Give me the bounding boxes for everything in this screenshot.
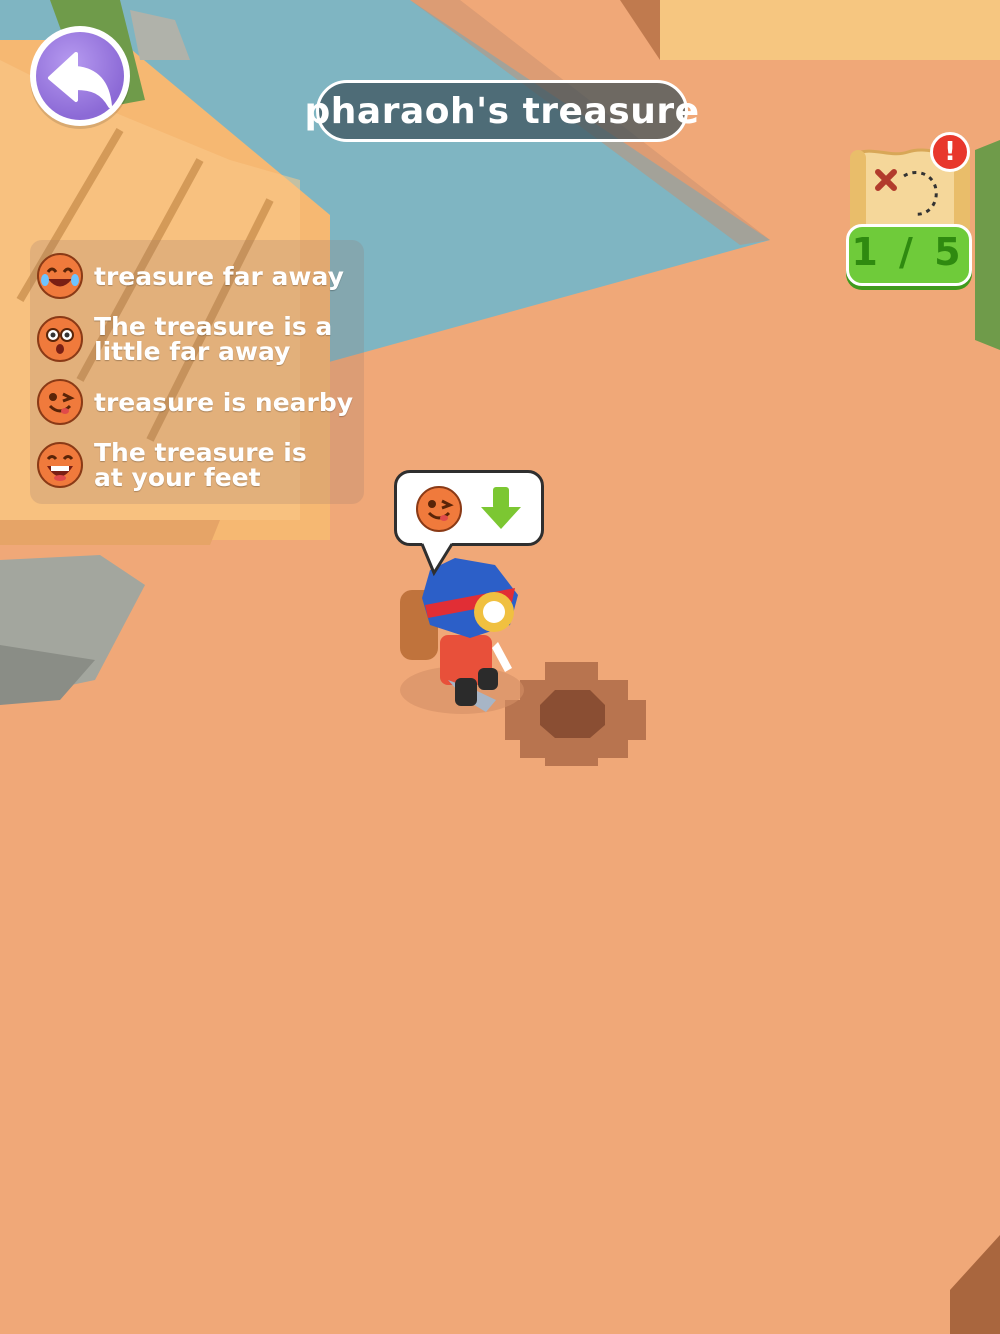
winking-face-icon — [37, 379, 83, 425]
legend-item-nearby: treasure is nearby — [36, 378, 353, 426]
distance-legend: treasure far away The treasure is a litt… — [30, 240, 364, 504]
map-alert-badge: ! — [930, 132, 970, 172]
legend-item-little-far: The treasure is a little far away — [36, 314, 332, 364]
hint-speech-bubble — [394, 470, 544, 546]
legend-label-at-feet: The treasure is at your feet — [94, 438, 307, 492]
legend-label-far: treasure far away — [94, 261, 344, 291]
crying-laughing-face-icon — [37, 253, 83, 299]
treasure-progress-count: 1 / 5 — [851, 230, 965, 274]
legend-item-far: treasure far away — [36, 252, 344, 300]
legend-item-at-feet: The treasure is at your feet — [36, 440, 307, 490]
speech-bubble-tail — [420, 543, 454, 577]
legend-label-nearby: treasure is nearby — [94, 387, 354, 417]
winking-face-icon — [416, 486, 462, 532]
pyramid-right — [640, 0, 1000, 60]
back-arrow-icon — [48, 52, 112, 108]
legend-label-little-far: The treasure is a little far away — [94, 312, 333, 366]
back-button[interactable] — [30, 26, 130, 126]
down-arrow-icon — [481, 487, 521, 529]
exclamation-icon: ! — [944, 137, 956, 167]
treasure-map-button[interactable]: ! 1 / 5 — [842, 132, 974, 292]
game-screen: pharaoh's treasure ! 1 / 5 treasure far … — [0, 0, 1000, 1334]
laughing-face-icon — [37, 442, 83, 488]
level-title-text: pharaoh's treasure — [304, 90, 700, 132]
level-title: pharaoh's treasure — [305, 80, 699, 142]
surprised-face-icon — [37, 316, 83, 362]
